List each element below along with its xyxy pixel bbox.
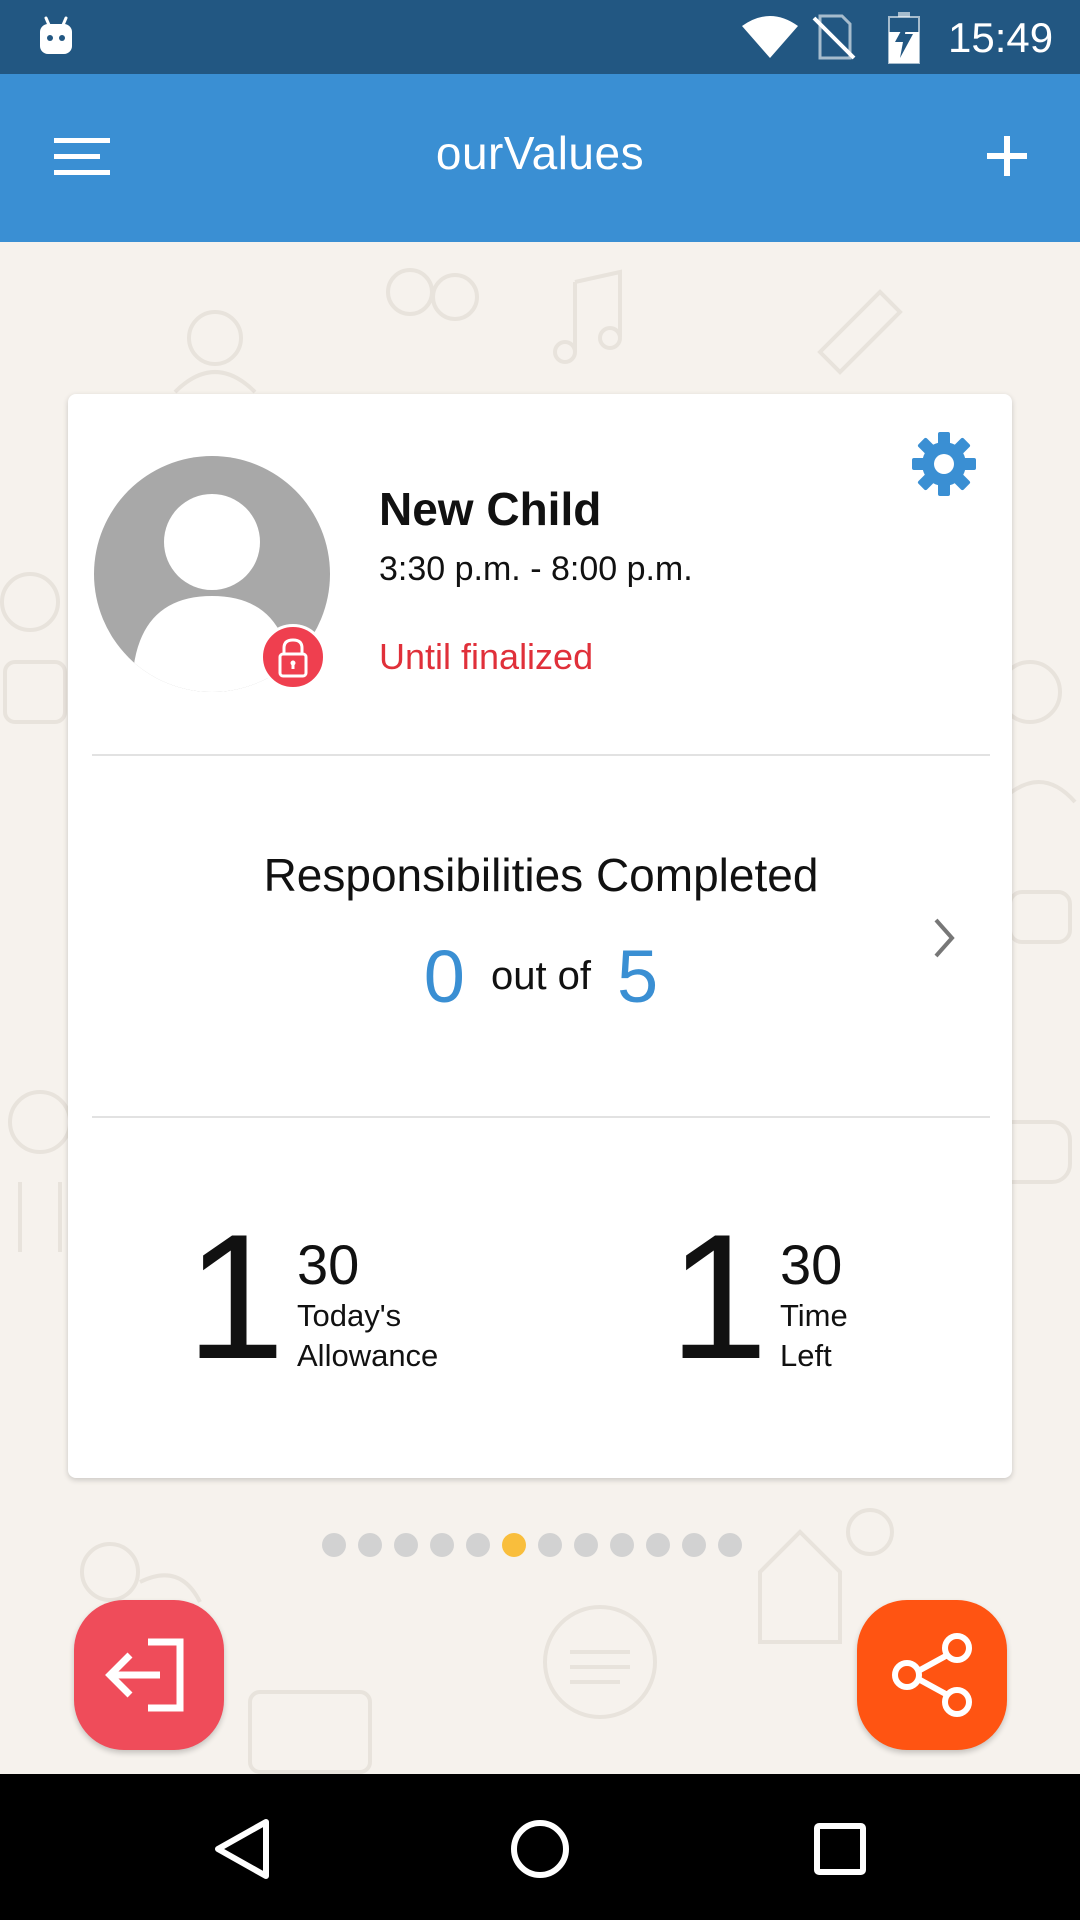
wifi-icon bbox=[742, 16, 798, 58]
card-divider bbox=[92, 754, 990, 756]
page-dot-active[interactable] bbox=[502, 1533, 526, 1557]
logout-button[interactable] bbox=[74, 1600, 224, 1750]
page-dot[interactable] bbox=[718, 1533, 742, 1557]
lock-badge[interactable] bbox=[260, 624, 326, 690]
time-left-hours: 1 bbox=[669, 1197, 768, 1396]
no-sim-icon bbox=[812, 14, 856, 60]
chevron-right-icon[interactable] bbox=[924, 910, 964, 966]
time-left-minutes: 30 bbox=[780, 1233, 843, 1296]
page-indicator bbox=[322, 1533, 742, 1559]
page-dot[interactable] bbox=[358, 1533, 382, 1557]
app-title: ourValues bbox=[435, 127, 645, 179]
share-icon bbox=[892, 1633, 972, 1717]
card-divider bbox=[92, 1116, 990, 1118]
page-dot[interactable] bbox=[430, 1533, 454, 1557]
responsibilities-total: 5 bbox=[617, 935, 659, 1018]
status-clock: 15:49 bbox=[948, 14, 1054, 61]
responsibilities-completed: 0 bbox=[423, 935, 465, 1018]
time-left-label: Time Left bbox=[780, 1296, 848, 1376]
page-dot[interactable] bbox=[610, 1533, 634, 1557]
page-dot[interactable] bbox=[322, 1533, 346, 1557]
allowance-hours: 1 bbox=[186, 1197, 285, 1396]
padlock-icon bbox=[278, 638, 308, 678]
allowance-minutes: 30 bbox=[297, 1233, 360, 1296]
app-bar: ourValues bbox=[0, 74, 1080, 242]
page-dot[interactable] bbox=[538, 1533, 562, 1557]
page-dot[interactable] bbox=[394, 1533, 418, 1557]
page-dot[interactable] bbox=[574, 1533, 598, 1557]
plus-icon[interactable] bbox=[980, 128, 1036, 184]
page-dot[interactable] bbox=[646, 1533, 670, 1557]
time-left-label-line2: Left bbox=[780, 1338, 832, 1373]
time-left-label-line1: Time bbox=[780, 1298, 848, 1333]
allowance-label-line1: Today's bbox=[297, 1298, 402, 1333]
lock-status-text: Until finalized bbox=[379, 636, 594, 677]
system-nav-bar bbox=[0, 1774, 1080, 1920]
child-name: New Child bbox=[379, 483, 602, 535]
gear-icon[interactable] bbox=[908, 428, 980, 500]
exit-icon bbox=[105, 1638, 184, 1712]
share-button[interactable] bbox=[857, 1600, 1007, 1750]
back-icon[interactable] bbox=[196, 1804, 286, 1894]
responsibilities-separator: out of bbox=[490, 954, 592, 998]
android-debug-icon bbox=[40, 16, 72, 54]
status-bar: 15:49 bbox=[0, 0, 1080, 74]
allowance-label-line2: Allowance bbox=[297, 1338, 439, 1373]
page-dot[interactable] bbox=[466, 1533, 490, 1557]
child-time-range: 3:30 p.m. - 8:00 p.m. bbox=[379, 550, 693, 588]
page-dot[interactable] bbox=[682, 1533, 706, 1557]
responsibilities-title: Responsibilities Completed bbox=[263, 849, 819, 901]
screen: 15:49 ourValues New Child 3:30 p.m. - 8:… bbox=[0, 0, 1080, 1920]
battery-charging-icon bbox=[888, 12, 920, 64]
responsibilities-count[interactable]: 0 out of 5 bbox=[92, 934, 990, 1019]
recents-icon[interactable] bbox=[795, 1804, 885, 1894]
home-icon[interactable] bbox=[495, 1804, 585, 1894]
allowance-label: Today's Allowance bbox=[297, 1296, 438, 1376]
